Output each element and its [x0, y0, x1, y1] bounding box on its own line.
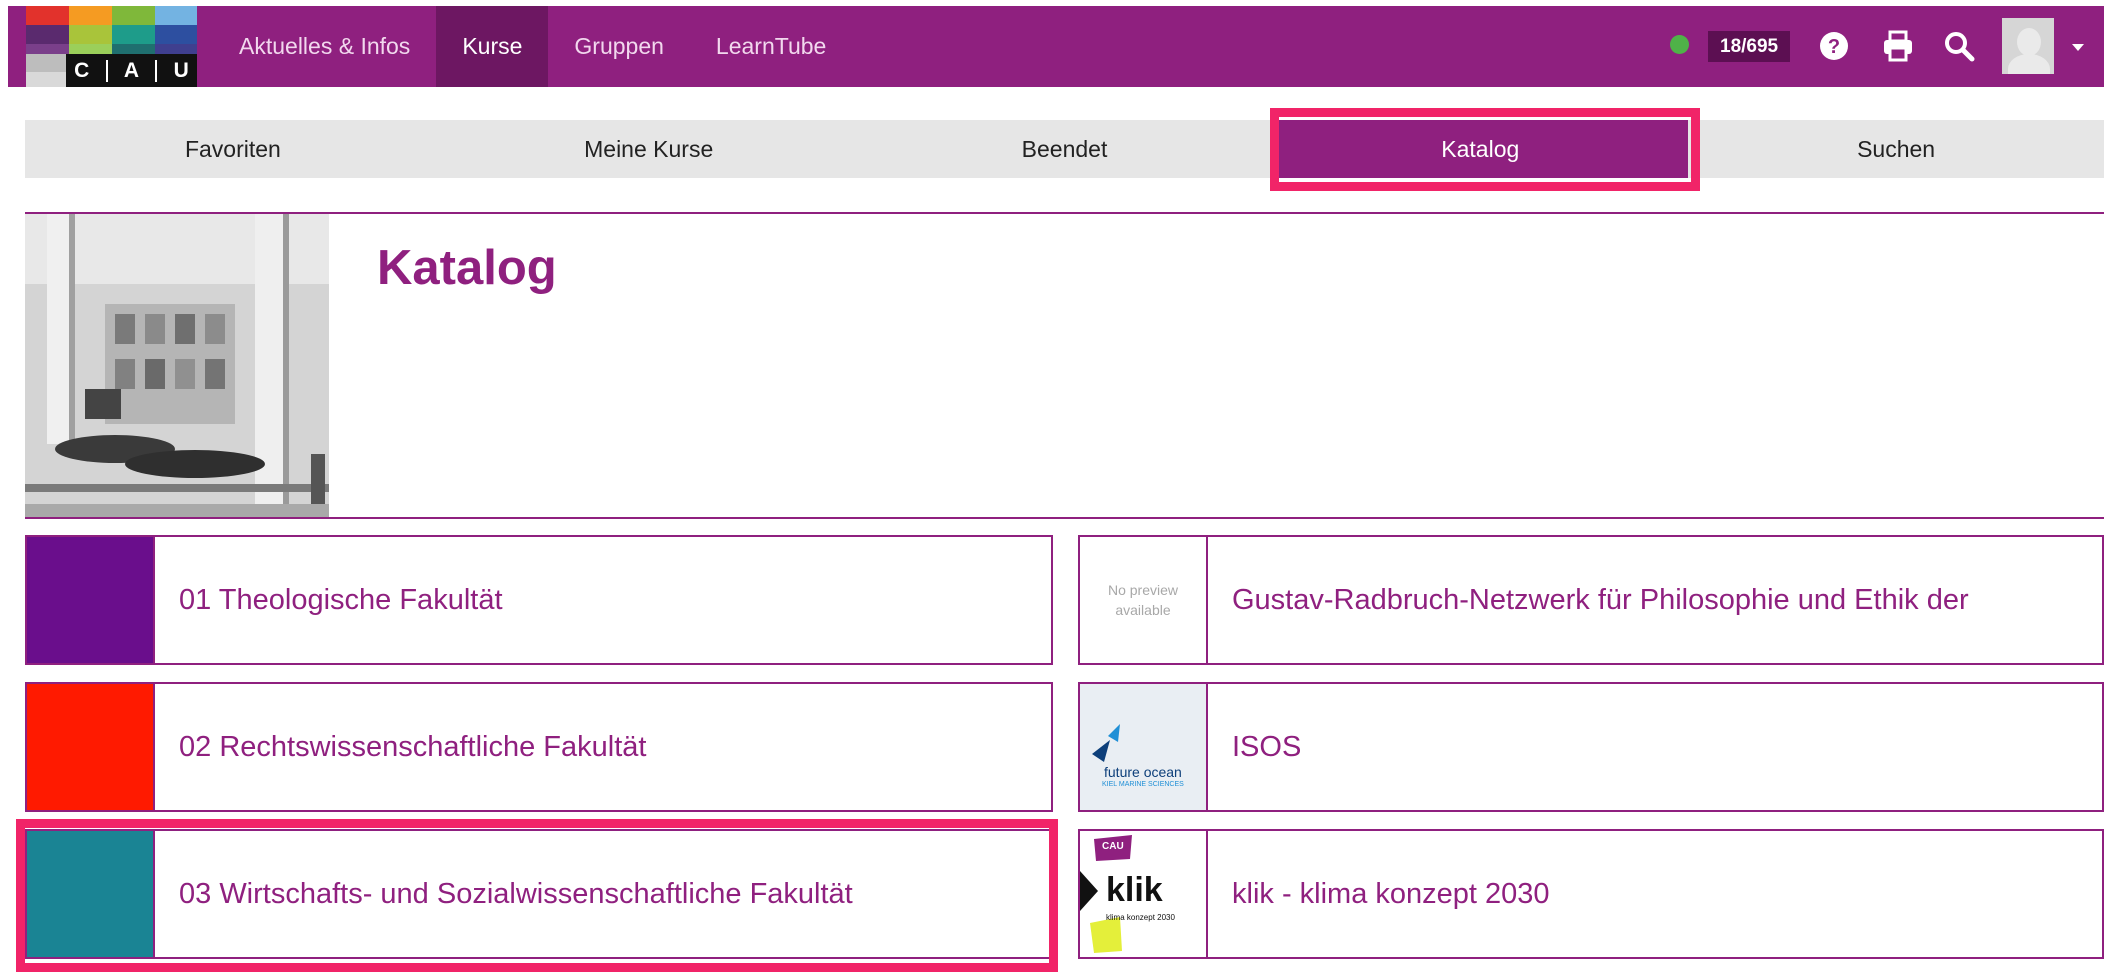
chevron-down-icon[interactable] [2072, 44, 2084, 51]
course-label[interactable]: 01 Theologische Fakultät [155, 584, 503, 617]
course-label[interactable]: ISOS [1208, 731, 1301, 764]
search-icon[interactable] [1941, 28, 1977, 64]
klik-logo: CAU klik klima konzept 2030 [1080, 831, 1208, 957]
logo-letters: C A U [66, 54, 197, 87]
course-thumb-wiso [27, 831, 155, 957]
tab-beendet[interactable]: Beendet [857, 120, 1273, 178]
course-subtabs: Favoriten Meine Kurse Beendet Katalog Su… [25, 120, 2104, 178]
course-card-wiso[interactable]: 03 Wirtschafts- und Sozialwissenschaftli… [25, 829, 1053, 959]
header-image [25, 214, 329, 517]
page-title: Katalog [377, 241, 557, 295]
catalog-header: Katalog [25, 212, 2104, 519]
tab-favoriten[interactable]: Favoriten [25, 120, 441, 178]
tab-katalog[interactable]: Katalog [1272, 120, 1689, 178]
print-icon[interactable] [1880, 28, 1916, 64]
course-label[interactable]: klik - klima konzept 2030 [1208, 878, 1550, 911]
course-card-recht[interactable]: 02 Rechtswissenschaftliche Fakultät [25, 682, 1053, 812]
nav-item-aktuelles[interactable]: Aktuelles & Infos [213, 6, 436, 87]
svg-text:?: ? [1828, 36, 1840, 58]
tab-suchen[interactable]: Suchen [1688, 120, 2104, 178]
course-thumb-recht [27, 684, 155, 810]
course-label[interactable]: Gustav-Radbruch-Netzwerk für Philosophie… [1208, 584, 1969, 617]
tab-meine-kurse[interactable]: Meine Kurse [441, 120, 857, 178]
course-card-klik[interactable]: CAU klik klima konzept 2030 klik - klima… [1078, 829, 2104, 959]
course-card-theologie[interactable]: 01 Theologische Fakultät [25, 535, 1053, 665]
avatar[interactable] [2002, 18, 2054, 74]
course-thumb-theologie [27, 537, 155, 663]
top-navbar: C A U Aktuelles & Infos Kurse Gruppen Le… [8, 6, 2104, 87]
online-counter-badge[interactable]: 18/695 [1708, 31, 1791, 62]
course-card-radbruch[interactable]: No preview available Gustav-Radbruch-Net… [1078, 535, 2104, 665]
cau-logo[interactable]: C A U [26, 6, 197, 87]
nav-item-learntube[interactable]: LearnTube [690, 6, 852, 87]
nav-item-kurse[interactable]: Kurse [436, 6, 549, 87]
course-label[interactable]: 03 Wirtschafts- und Sozialwissenschaftli… [155, 878, 853, 911]
course-label[interactable]: 02 Rechtswissenschaftliche Fakultät [155, 731, 646, 764]
online-status-icon [1670, 35, 1689, 54]
help-icon[interactable]: ? [1816, 28, 1852, 64]
course-card-isos[interactable]: future ocean KIEL MARINE SCIENCES ISOS [1078, 682, 2104, 812]
future-ocean-logo: future ocean KIEL MARINE SCIENCES [1080, 684, 1208, 810]
course-thumb-radbruch: No preview available [1080, 537, 1208, 663]
main-nav: Aktuelles & Infos Kurse Gruppen LearnTub… [213, 6, 852, 87]
nav-item-gruppen[interactable]: Gruppen [548, 6, 690, 87]
